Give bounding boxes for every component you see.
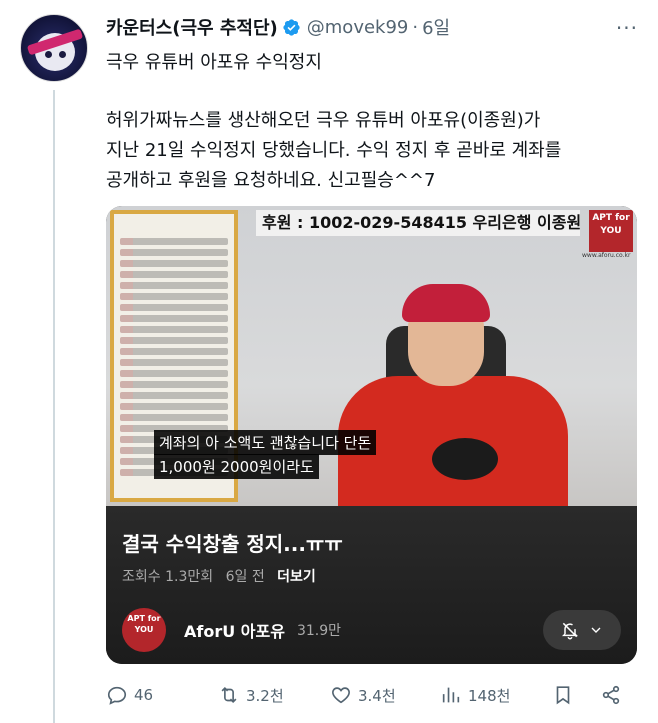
bell-off-icon [561,622,579,640]
subtitle-line: 계좌의 아 소액도 괜찮습니다 단돈 [154,430,377,455]
youtube-embed-card[interactable]: 후원 : 1002-029-548415 우리은행 이종원 APT for YO… [106,206,637,664]
author-name[interactable]: 카운터스(극우 추적단) [106,14,278,40]
heart-icon [332,687,350,704]
action-bar: 46 3.2천 3.4천 148천 [106,681,636,709]
separator-dot: · [412,16,419,38]
thread-line [53,90,55,723]
channel-logo: APT for YOU [589,210,633,252]
view-count: 조회수 1.3만회 [122,569,214,585]
more-link[interactable]: 더보기 [277,569,316,585]
share-button[interactable] [600,684,622,706]
avatar[interactable] [20,14,88,82]
reply-button[interactable]: 46 [106,684,153,706]
subtitle-line: 1,000원 2000원이라도 [154,454,319,479]
post-header: 카운터스(극우 추적단) @movek99 · 6일 ··· [106,14,638,40]
video-title[interactable]: 결국 수익창출 정지...ㅠㅠ [122,528,343,557]
like-button[interactable]: 3.4천 [330,684,396,706]
reply-count: 46 [134,686,154,704]
like-count: 3.4천 [358,686,396,705]
channel-name[interactable]: AforU 아포유 [184,618,285,642]
views-chart-icon [442,687,460,703]
chevron-down-icon [591,627,601,633]
author-handle[interactable]: @movek99 [307,17,409,38]
avatar-eye [45,51,52,58]
share-icon [602,685,620,705]
channel-avatar[interactable]: APT for YOU [122,608,166,652]
views-button[interactable]: 148천 [440,684,510,706]
repost-icon [221,686,237,704]
channel-row: APT for YOU AforU 아포유 31.9만 [122,608,341,652]
author-avatar-column [20,14,90,82]
post-line: 지난 21일 수익정지 당했습니다. 수익 정지 후 곧바로 계좌를 [106,140,562,161]
view-count: 148천 [468,686,511,705]
repost-button[interactable]: 3.2천 [218,684,284,706]
reply-icon [107,686,127,705]
bookmark-button[interactable] [552,684,574,706]
avatar-eye [59,51,66,58]
more-options-icon[interactable]: ··· [616,16,638,40]
video-meta: 조회수 1.3만회 6일 전 더보기 [122,566,316,586]
verified-badge-icon [282,18,301,37]
bookmark-icon [556,686,570,705]
post-line: 극우 유튜버 아포유 수익정지 [106,52,322,73]
subscriber-count: 31.9만 [296,623,342,639]
notification-button[interactable] [543,610,621,650]
post-line: 허위가짜뉴스를 생산해오던 극우 유튜버 아포유(이종원)가 [106,110,541,131]
video-info: 결국 수익창출 정지...ㅠㅠ 조회수 1.3만회 6일 전 더보기 APT f… [106,506,637,664]
post-line: 공개하고 후원을 요청하네요. 신고필승^^7 [106,170,436,191]
post-text: 극우 유튜버 아포유 수익정지 허위가짜뉴스를 생산해오던 극우 유튜버 아포유… [106,48,626,196]
logo-url: www.aforu.co.kr [582,252,631,259]
upload-ago: 6일 전 [225,569,265,585]
post-time[interactable]: 6일 [422,14,450,40]
video-thumbnail[interactable]: 후원 : 1002-029-548415 우리은행 이종원 APT for YO… [106,206,637,506]
person-hair [402,284,490,322]
microphone [432,438,498,480]
repost-count: 3.2천 [246,686,284,705]
donation-banner: 후원 : 1002-029-548415 우리은행 이종원 [256,210,580,236]
